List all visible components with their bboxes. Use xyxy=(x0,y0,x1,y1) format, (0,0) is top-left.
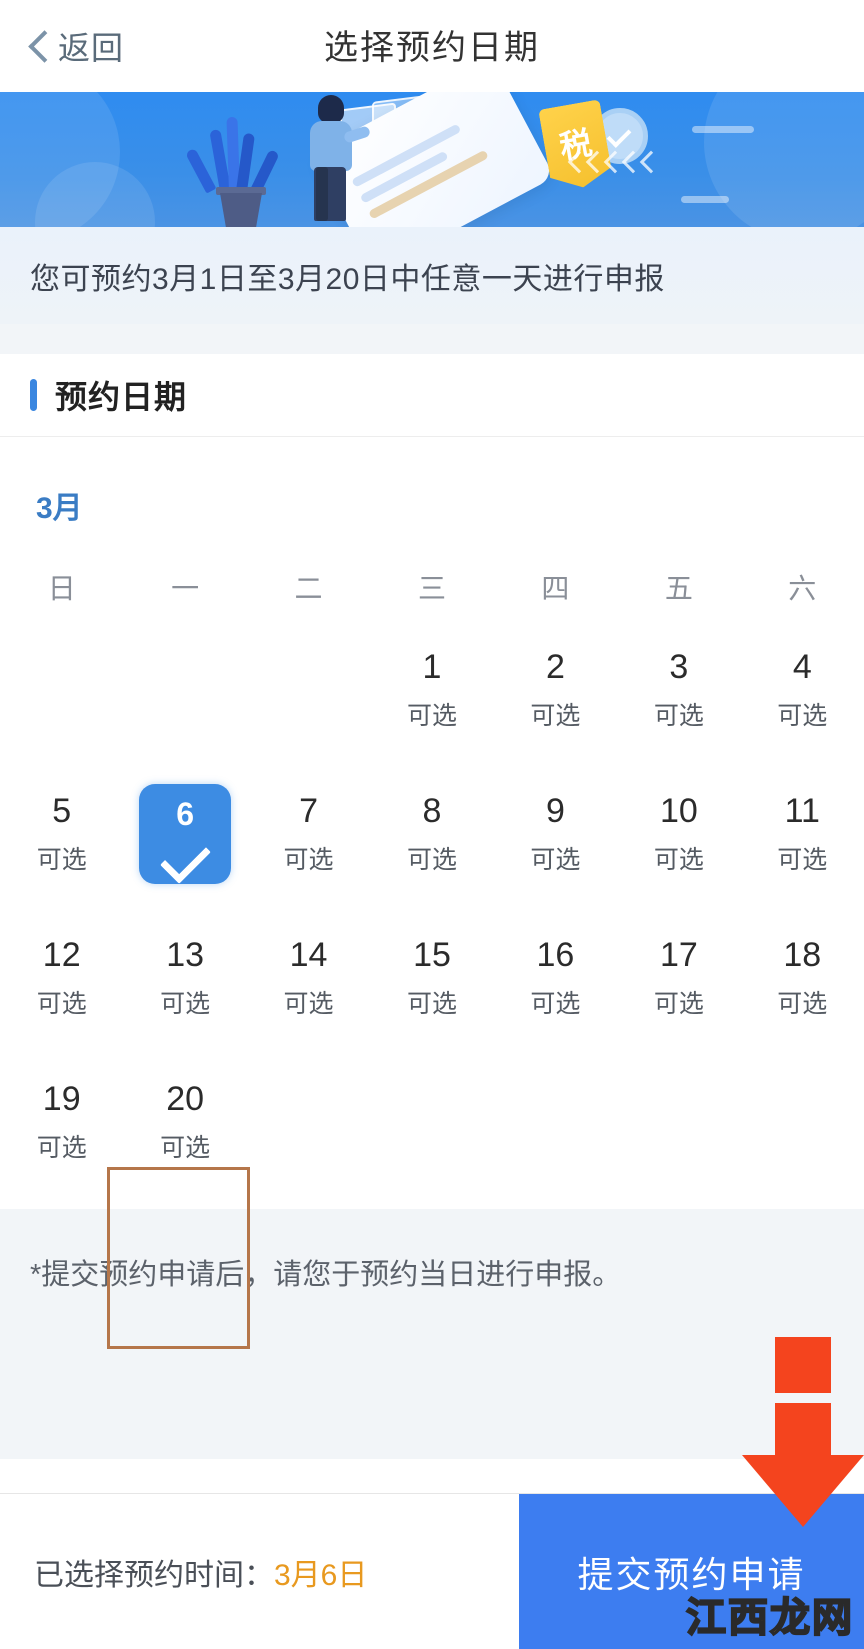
calendar-day[interactable]: 1 可选 xyxy=(370,629,493,751)
calendar-week-row: 19 可选 20 可选 xyxy=(0,1061,864,1183)
dash-decor xyxy=(681,196,729,203)
day-number: 16 xyxy=(536,936,575,975)
dash-decor xyxy=(692,126,754,133)
day-status-label: 可选 xyxy=(653,989,704,1018)
day-number: 15 xyxy=(413,936,451,975)
day-status-label: 可选 xyxy=(530,989,581,1018)
calendar-day[interactable]: 12 可选 xyxy=(0,917,123,1039)
nav-header: 返回 选择预约日期 xyxy=(0,0,864,92)
weekday-label: 一 xyxy=(171,573,200,604)
day-status-label: 可选 xyxy=(406,701,457,730)
chevron-decor-icon xyxy=(569,150,654,176)
calendar-day[interactable]: 11 可选 xyxy=(741,773,864,895)
weekday-label: 日 xyxy=(47,573,76,604)
calendar-day[interactable]: 3 可选 xyxy=(617,629,740,751)
calendar-day[interactable]: 15 可选 xyxy=(370,917,493,1039)
day-number: 5 xyxy=(52,792,72,831)
calendar-day[interactable]: 14 可选 xyxy=(247,917,370,1039)
day-number: 7 xyxy=(299,792,319,831)
day-number: 1 xyxy=(422,648,442,687)
day-status-label: 可选 xyxy=(36,845,87,874)
weekday-label: 五 xyxy=(664,573,693,604)
day-number: 4 xyxy=(792,648,812,687)
calendar-day[interactable]: 2 可选 xyxy=(494,629,617,751)
banner-blob-decor xyxy=(704,92,864,227)
day-number: 8 xyxy=(422,792,442,831)
plant-icon xyxy=(185,107,286,227)
section-accent-bar xyxy=(30,379,37,411)
calendar-day[interactable]: 19 可选 xyxy=(0,1061,123,1183)
calendar-grid: 1 可选 2 可选 3 可选 4 可选 5 可选 6 7 可选 8 可选 9 可选 10 可选 11 可选 12 可选 13 可… xyxy=(0,629,864,1183)
calendar: 3月 日 一 二 三 四 五 六 1 可选 2 可选 3 可选 4 可选 5 可选 6 7 可选 8 可选 9… xyxy=(0,437,864,1349)
day-number: 14 xyxy=(289,936,328,975)
day-status-label: 可选 xyxy=(36,989,87,1018)
page-filler xyxy=(0,1335,864,1459)
selected-time-prefix: 已选择预约时间： xyxy=(34,1558,274,1592)
calendar-day[interactable]: 20 可选 xyxy=(123,1061,246,1183)
day-status-label: 可选 xyxy=(406,845,457,874)
day-number: 13 xyxy=(166,936,205,975)
calendar-day[interactable]: 5 可选 xyxy=(0,773,123,895)
banner-illustration: 税 xyxy=(0,92,864,227)
day-status-label: 可选 xyxy=(530,845,581,874)
day-number: 12 xyxy=(42,936,81,975)
day-status-label: 可选 xyxy=(283,845,334,874)
calendar-weekday-header: 日 一 二 三 四 五 六 xyxy=(0,567,864,607)
calendar-day[interactable]: 8 可选 xyxy=(370,773,493,895)
day-number: 10 xyxy=(659,792,698,831)
day-number: 18 xyxy=(783,936,822,975)
calendar-day-selected[interactable]: 6 xyxy=(123,773,246,895)
day-number: 19 xyxy=(42,1080,81,1119)
notice-text: 您可预约3月1日至3月20日中任意一天进行申报 xyxy=(30,262,665,296)
calendar-day[interactable]: 10 可选 xyxy=(617,773,740,895)
selected-time-info: 已选择预约时间：3月6日 xyxy=(0,1550,519,1594)
submit-reservation-button[interactable]: 提交预约申请 xyxy=(519,1494,864,1649)
day-status-label: 可选 xyxy=(406,989,457,1018)
day-number: 2 xyxy=(545,648,565,687)
selected-time-value: 3月6日 xyxy=(274,1558,368,1592)
section-divider xyxy=(0,324,864,354)
calendar-day[interactable]: 18 可选 xyxy=(741,917,864,1039)
day-number: 20 xyxy=(166,1080,205,1119)
footer-note-text: *提交预约申请后，请您于预约当日进行申报。 xyxy=(30,1259,622,1291)
calendar-week-row: 12 可选 13 可选 14 可选 15 可选 16 可选 17 可选 18 可选 xyxy=(0,917,864,1039)
calendar-day[interactable]: 7 可选 xyxy=(247,773,370,895)
calendar-day[interactable]: 4 可选 xyxy=(741,629,864,751)
day-status-label: 可选 xyxy=(283,989,334,1018)
day-status-label: 可选 xyxy=(160,989,211,1018)
footer-note: *提交预约申请后，请您于预约当日进行申报。 xyxy=(0,1209,864,1335)
calendar-day[interactable]: 9 可选 xyxy=(494,773,617,895)
day-number: 3 xyxy=(669,648,689,687)
bottom-action-bar: 已选择预约时间：3月6日 提交预约申请 xyxy=(0,1493,864,1649)
day-number: 6 xyxy=(176,796,195,833)
selected-day-chip: 6 xyxy=(139,784,232,884)
notice-banner: 您可预约3月1日至3月20日中任意一天进行申报 xyxy=(0,227,864,324)
page-title: 选择预约日期 xyxy=(324,29,540,67)
weekday-label: 六 xyxy=(788,573,817,604)
calendar-day[interactable]: 16 可选 xyxy=(494,917,617,1039)
day-number: 9 xyxy=(545,792,565,831)
calendar-day[interactable]: 13 可选 xyxy=(123,917,246,1039)
calendar-day[interactable]: 17 可选 xyxy=(617,917,740,1039)
calendar-week-row: 5 可选 6 7 可选 8 可选 9 可选 10 可选 11 可选 xyxy=(0,773,864,895)
calendar-week-row: 1 可选 2 可选 3 可选 4 可选 xyxy=(0,629,864,751)
day-status-label: 可选 xyxy=(36,1133,87,1162)
day-status-label: 可选 xyxy=(653,845,704,874)
day-status-label: 可选 xyxy=(777,701,828,730)
day-status-label: 可选 xyxy=(160,1133,211,1162)
section-title-label: 预约日期 xyxy=(55,379,188,415)
day-status-label: 可选 xyxy=(777,989,828,1018)
section-header: 预约日期 xyxy=(0,354,864,437)
day-status-label: 可选 xyxy=(530,701,581,730)
weekday-label: 四 xyxy=(541,573,570,604)
person-illustration xyxy=(300,95,372,221)
day-number: 11 xyxy=(784,792,820,831)
weekday-label: 二 xyxy=(294,573,323,604)
day-number: 17 xyxy=(659,936,698,975)
weekday-label: 三 xyxy=(417,573,446,604)
check-icon xyxy=(159,832,211,884)
calendar-month-label: 3月 xyxy=(36,492,83,525)
day-status-label: 可选 xyxy=(653,701,704,730)
day-status-label: 可选 xyxy=(777,845,828,874)
